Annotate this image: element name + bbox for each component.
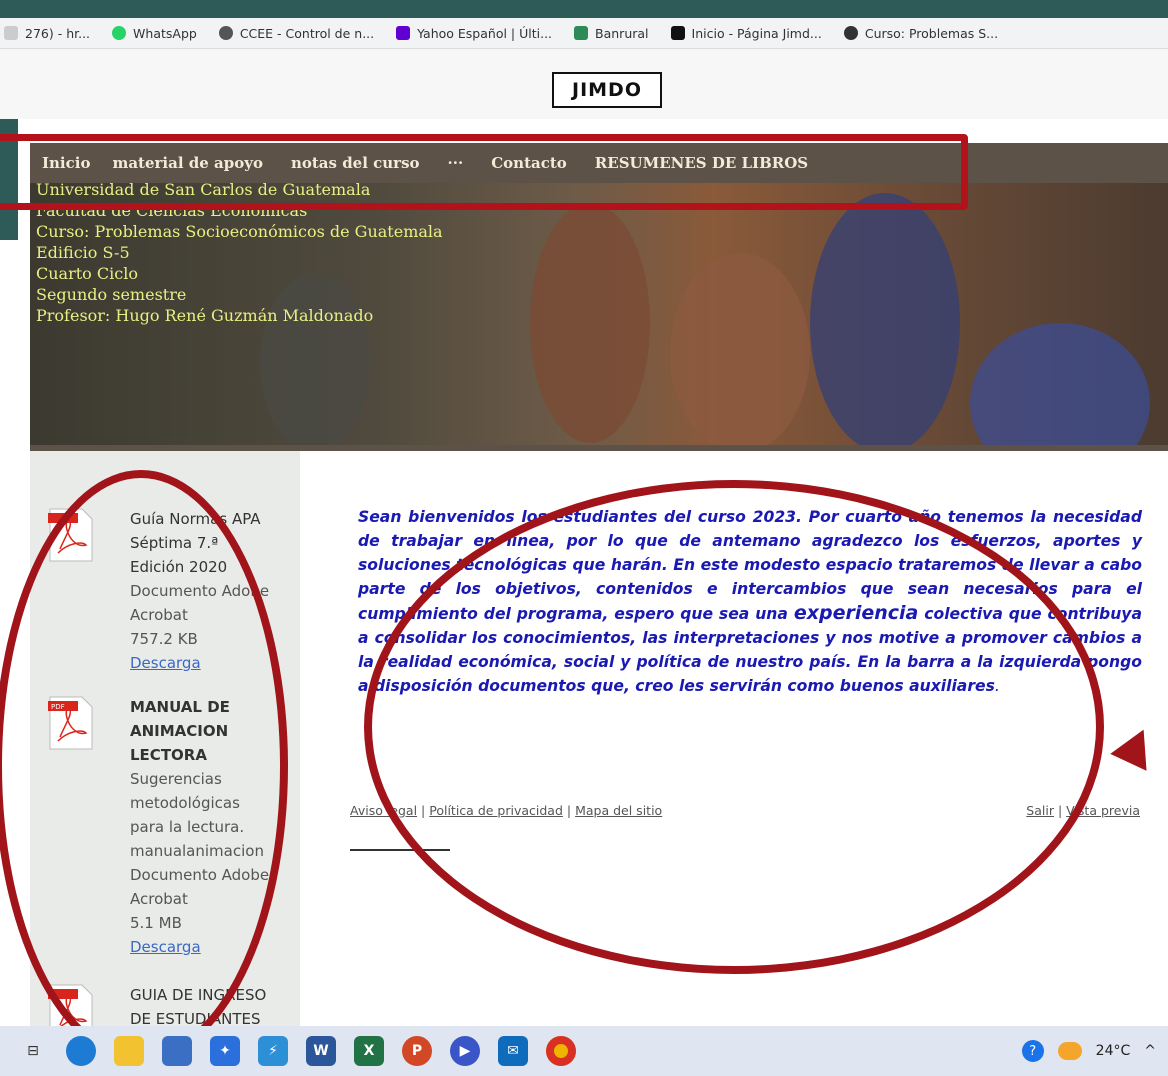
task-view-icon[interactable]: ⊟: [18, 1036, 48, 1066]
bookmark-ccee[interactable]: CCEE - Control de n...: [218, 25, 375, 41]
bookmark-label: Yahoo Español | Últi...: [417, 25, 553, 41]
excel-icon[interactable]: X: [354, 1036, 384, 1066]
bookmark-jimdo[interactable]: Inicio - Página Jimd...: [670, 25, 822, 41]
annotation-sidebar-circle: [0, 470, 288, 1062]
hero-banner: Universidad de San Carlos de Guatemala F…: [30, 183, 1168, 451]
annotation-main-circle: [364, 480, 1104, 974]
site-icon: [843, 26, 858, 40]
bookmark-label: 276) - hr...: [25, 25, 91, 41]
hero-line-cycle: Cuarto Ciclo: [36, 264, 138, 283]
media-icon[interactable]: ▶: [450, 1036, 480, 1066]
bookmark-label: Banrural: [595, 25, 649, 41]
whatsapp-icon: [112, 26, 127, 40]
hero-line-semester: Segundo semestre: [36, 285, 187, 304]
store-icon[interactable]: [162, 1036, 192, 1066]
hero-photo-figure: [970, 323, 1150, 451]
hero-photo-figure: [810, 193, 960, 451]
temperature[interactable]: 24°C: [1096, 1043, 1131, 1059]
annotation-nav-highlight: [0, 134, 968, 210]
edge-icon[interactable]: [66, 1036, 96, 1066]
hero-line-course: Curso: Problemas Socioeconómicos de Guat…: [36, 222, 443, 241]
globe-icon: [218, 26, 233, 40]
chrome-icon[interactable]: [546, 1036, 576, 1066]
yahoo-icon: [396, 26, 411, 40]
jimdo-icon: [670, 26, 685, 40]
jimdo-logo[interactable]: JIMDO: [552, 72, 662, 108]
banrural-icon: [574, 26, 589, 40]
bookmark-yahoo[interactable]: Yahoo Español | Últi...: [396, 26, 552, 41]
dropbox-icon[interactable]: ✦: [210, 1036, 240, 1066]
hero-line-professor: Profesor: Hugo René Guzmán Maldonado: [36, 306, 374, 325]
system-tray: ? 24°C ^: [1008, 1026, 1156, 1076]
jimdo-header: JIMDO: [0, 49, 1168, 119]
app-icon[interactable]: ⚡: [258, 1036, 288, 1066]
bookmark-icon: [4, 26, 18, 40]
weather-icon[interactable]: [1057, 1042, 1082, 1060]
bookmark-label: Inicio - Página Jimd...: [691, 25, 822, 41]
bookmark-whatsapp[interactable]: WhatsApp: [112, 26, 197, 41]
help-icon[interactable]: ?: [1021, 1040, 1044, 1062]
bookmarks-bar: 276) - hr... WhatsApp CCEE - Control de …: [0, 18, 1168, 49]
windows-taskbar: ⊟ ✦ ⚡ W X P ▶ ✉ ? 24°C ^: [0, 1026, 1168, 1076]
presentation-top-strip: [0, 0, 1168, 240]
bookmark-label: Curso: Problemas S...: [864, 25, 999, 41]
bookmark-curso[interactable]: Curso: Problemas S...: [843, 25, 999, 41]
mail-icon[interactable]: ✉: [498, 1036, 528, 1066]
hero-line-building: Edificio S-5: [36, 243, 130, 262]
file-explorer-icon[interactable]: [114, 1036, 144, 1066]
hero-photo-figure: [670, 253, 810, 451]
bookmark-label: WhatsApp: [133, 25, 197, 41]
hero-text: Universidad de San Carlos de Guatemala F…: [36, 183, 443, 326]
bookmark-label: CCEE - Control de n...: [239, 25, 375, 41]
bookmark-item[interactable]: 276) - hr...: [4, 26, 90, 41]
chevron-up-icon[interactable]: ^: [1144, 1043, 1156, 1059]
word-icon[interactable]: W: [306, 1036, 336, 1066]
bookmark-banrural[interactable]: Banrural: [574, 26, 649, 41]
hero-photo-figure: [530, 203, 650, 443]
powerpoint-icon[interactable]: P: [402, 1036, 432, 1066]
